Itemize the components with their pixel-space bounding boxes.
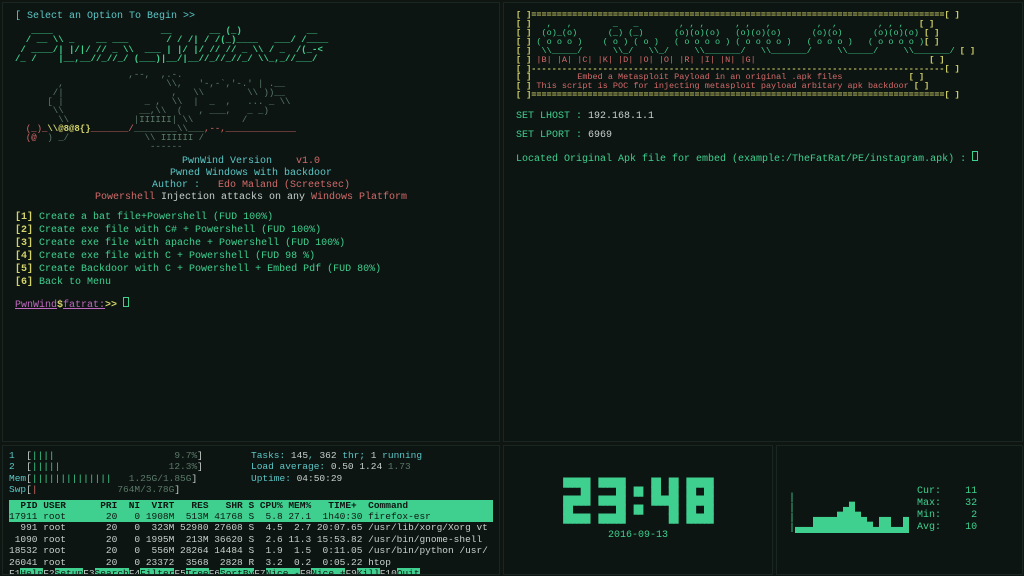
process-row[interactable]: 991 root 20 0 323M 52980 27608 S 4.5 2.7… — [9, 522, 493, 533]
version-label: PwnWind Version — [182, 156, 272, 167]
stats-values: Cur: 11 Max: 32 Min: 2 Avg: 10 — [917, 486, 977, 534]
pwnwind-logo: ____ __ __ (_) __ / __ \\ _ __ ___ / / /… — [15, 27, 487, 65]
htop-pane: 1 [|||| 9.7%] 2 [||||| 12.3%] Mem[||||||… — [2, 445, 500, 575]
input-cursor[interactable] — [123, 297, 129, 307]
menu-item[interactable]: [5] Create Backdoor with C + Powershell … — [15, 264, 487, 276]
htop-header[interactable]: PID USER PRI NI VIRT RES SHR S CPU% MEM%… — [9, 500, 493, 511]
menu-item[interactable]: [6] Back to Menu — [15, 277, 487, 289]
stats-pane: | | ▄█ | ▄▄▄▄████▄ ▄▄ ▄ |▄▄▄██████████▄█… — [776, 445, 1023, 575]
mem-bar: Mem[|||||||||||||| 1.25G/1.85G] — [9, 473, 239, 484]
author-value: Edo Maland (Screetsec) — [218, 180, 350, 191]
apk-prompt: Located Original Apk file for embed (exa… — [516, 154, 966, 165]
lport-value: 6969 — [588, 130, 612, 141]
lhost-label: SET LHOST : — [516, 111, 582, 122]
fnkey[interactable]: F8Nice + — [300, 568, 346, 575]
tasks-line: Tasks: 145, 362 thr; 1 running — [251, 450, 422, 461]
pwnwind-pane: [ Select an Option To Begin >> ____ __ _… — [2, 2, 500, 442]
subtitle: Pwned Windows with backdoor — [15, 168, 487, 180]
fnkey[interactable]: F6SortBy — [209, 568, 255, 575]
apk-input-cursor[interactable] — [972, 151, 978, 161]
clock-time: ██████ ██████ ██ ██ ██████ ██ ██ ██ ██ █… — [563, 479, 713, 524]
menu-item[interactable]: [2] Create exe file with C# + Powershell… — [15, 225, 487, 237]
lport-label: SET LPORT : — [516, 130, 582, 141]
fnkey[interactable]: F1Help — [9, 568, 43, 575]
desc-post: Windows Platform — [311, 192, 407, 203]
load-line: Load average: 0.50 1.24 1.73 — [251, 461, 422, 472]
desc-mid: Injection attacks on any — [155, 192, 311, 203]
clock-pane: ██████ ██████ ██ ██ ██████ ██ ██ ██ ██ █… — [503, 445, 773, 575]
stats-chart: | | ▄█ | ▄▄▄▄████▄ ▄▄ ▄ |▄▄▄██████████▄█… — [789, 494, 909, 534]
menu-item[interactable]: [4] Create exe file with C + Powershell … — [15, 251, 487, 263]
fnkey[interactable]: F9Kill — [345, 568, 379, 575]
swp-bar: Swp[| 764M/3.78G] — [9, 484, 239, 495]
lhost-value: 192.168.1.1 — [588, 111, 654, 122]
clock-date: 2016-09-13 — [608, 530, 668, 542]
prompt-cmd: fatrat: — [63, 300, 105, 311]
process-row[interactable]: 26041 root 20 0 23372 3568 2828 R 3.2 0.… — [9, 557, 493, 568]
box-border-bot: [ ]=====================================… — [516, 91, 1010, 100]
process-row[interactable]: 18532 root 20 0 556M 28264 14484 S 1.9 1… — [9, 545, 493, 556]
skull-art: ,--, ,.-. , \\, '-,-`,'-.' | .__ /| , \\… — [15, 71, 487, 152]
backdoor-art: [ ] , , _ _ , , , , , , , , , , , [ ] [ … — [516, 20, 1010, 65]
backdoor-pane: [ ]=====================================… — [503, 2, 1023, 442]
select-prompt: [ Select an Option To Begin >> — [15, 11, 487, 23]
prompt-user: PwnWind — [15, 300, 57, 311]
fnkey[interactable]: F7Nice - — [254, 568, 300, 575]
author-label: Author : — [152, 180, 200, 191]
fnkey[interactable]: F3Search — [83, 568, 129, 575]
fnkey[interactable]: F2Setup — [43, 568, 83, 575]
menu-item[interactable]: [1] Create a bat file+Powershell (FUD 10… — [15, 212, 487, 224]
fnkey[interactable]: F10Quit — [380, 568, 420, 575]
version-value: v1.0 — [296, 156, 320, 167]
prompt-arrow: >> — [105, 300, 117, 311]
uptime-line: Uptime: 04:50:29 — [251, 473, 422, 484]
cpu2-bar: 2 [||||| 12.3%] — [9, 461, 239, 472]
fnkey[interactable]: F5Tree — [174, 568, 208, 575]
menu-item[interactable]: [3] Create exe file with apache + Powers… — [15, 238, 487, 250]
cpu1-bar: 1 [|||| 9.7%] — [9, 450, 239, 461]
process-row[interactable]: 1090 root 20 0 1995M 213M 36620 S 2.6 11… — [9, 534, 493, 545]
fnkey[interactable]: F4Filter — [129, 568, 175, 575]
desc-pre: Powershell — [95, 192, 155, 203]
process-row[interactable]: 17911 root 20 0 1908M 513M 41768 S 5.8 2… — [9, 511, 493, 522]
